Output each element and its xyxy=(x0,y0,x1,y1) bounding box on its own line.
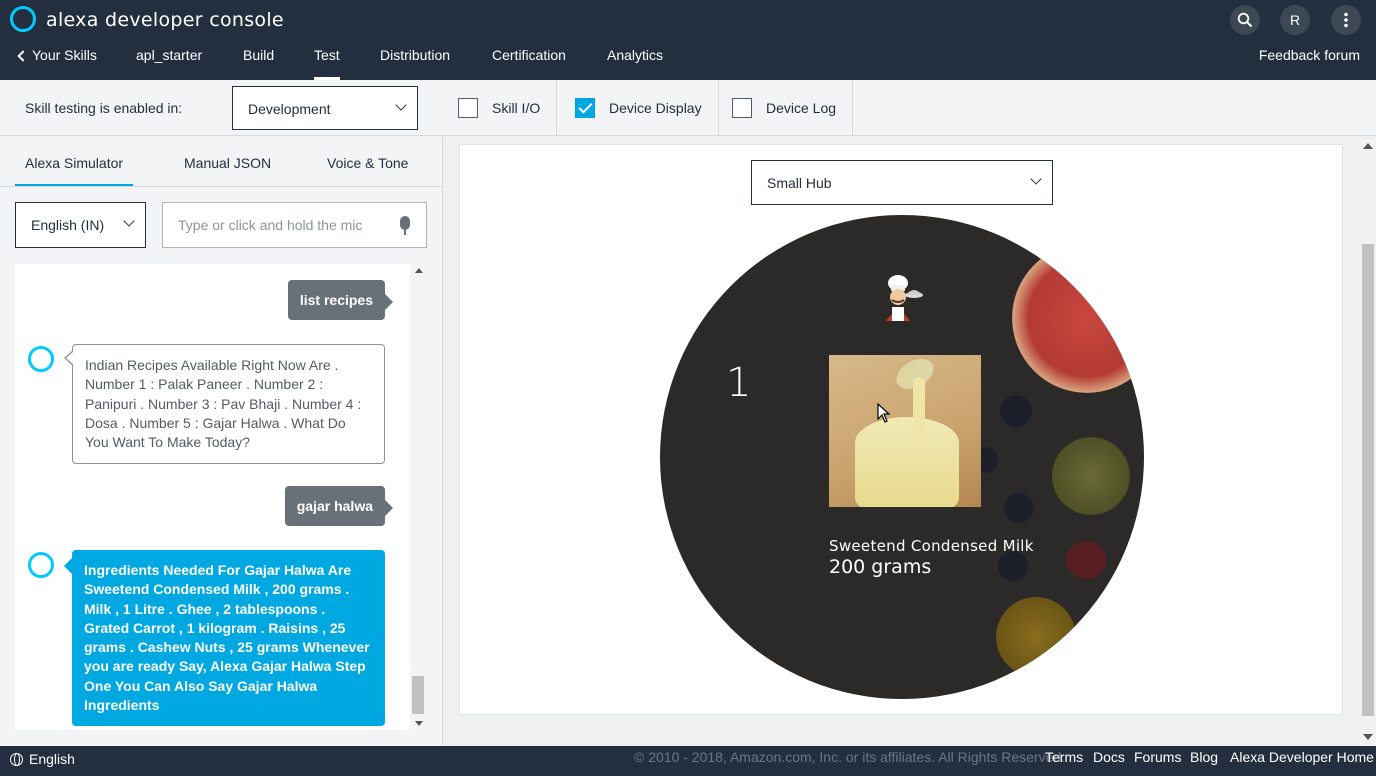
globe-icon xyxy=(10,752,23,766)
skill-io-toggle[interactable]: Skill I/O xyxy=(458,80,558,135)
test-toolbar: Skill testing is enabled in: Development… xyxy=(0,80,1376,136)
back-to-skills-link[interactable]: Your Skills xyxy=(16,47,97,63)
lemon-image xyxy=(996,597,1076,677)
more-options-icon[interactable] xyxy=(1331,5,1361,35)
back-link-label: Your Skills xyxy=(32,47,97,63)
alexa-logo-icon xyxy=(10,6,36,32)
footer-link-docs[interactable]: Docs xyxy=(1093,749,1125,765)
page-footer: English © 2010 - 2018, Amazon.com, Inc. … xyxy=(0,746,1376,776)
small-hub-display: 1 Sweetend Condensed Milk 200 grams xyxy=(660,215,1144,699)
scroll-down-icon[interactable] xyxy=(415,721,423,726)
ingredient-name: Sweetend Condensed Milk xyxy=(829,537,1034,555)
user-utterance-bubble: list recipes xyxy=(287,280,394,320)
scroll-up-icon[interactable] xyxy=(415,268,423,273)
scroll-down-icon[interactable] xyxy=(1363,734,1373,740)
lime-image xyxy=(1052,437,1130,515)
testing-enabled-label: Skill testing is enabled in: xyxy=(25,100,183,116)
tab-certification[interactable]: Certification xyxy=(492,47,566,63)
top-header: alexa developer console R Your Skills ap… xyxy=(0,0,1376,80)
conversation-log[interactable]: list recipes Indian Recipes Available Ri… xyxy=(15,264,410,730)
device-display-panel: Small Hub 1 Sweetend Condensed Milk 200 … xyxy=(444,137,1360,746)
language-select[interactable]: English (IN) xyxy=(15,202,146,248)
footer-language-label: English xyxy=(29,751,75,767)
condensed-milk-image xyxy=(829,355,981,507)
alexa-response-bubble: Indian Recipes Available Right Now Are .… xyxy=(64,344,385,465)
microphone-icon[interactable] xyxy=(400,216,410,235)
main-nav: Your Skills apl_starter Build Test Distr… xyxy=(0,44,1376,80)
glass-shape xyxy=(855,417,959,507)
search-icon[interactable] xyxy=(1230,5,1260,35)
tab-distribution[interactable]: Distribution xyxy=(380,47,450,63)
device-display-toggle[interactable]: Device Display xyxy=(575,80,719,135)
copyright-text: © 2010 - 2018, Amazon.com, Inc. or its a… xyxy=(634,749,1066,765)
milk-drip-shape xyxy=(913,377,925,447)
step-number: 1 xyxy=(726,360,752,406)
skill-io-label: Skill I/O xyxy=(492,99,541,116)
device-preview-card: Small Hub 1 Sweetend Condensed Milk 200 … xyxy=(459,144,1343,715)
ingredient-quantity: 200 grams xyxy=(829,556,932,578)
language-value: English (IN) xyxy=(31,217,105,233)
scroll-up-icon[interactable] xyxy=(1363,143,1373,149)
alexa-response-bubble-latest: Ingredients Needed For Gajar Halwa Are S… xyxy=(64,550,385,727)
user-avatar[interactable]: R xyxy=(1280,5,1310,35)
utterance-input[interactable] xyxy=(162,202,427,248)
device-display-checkbox[interactable] xyxy=(575,97,595,118)
conversation-scrollbar[interactable] xyxy=(412,264,426,730)
scroll-thumb[interactable] xyxy=(1362,244,1374,716)
device-display-label: Device Display xyxy=(609,99,702,116)
tab-test[interactable]: Test xyxy=(314,47,340,80)
skill-name-link[interactable]: apl_starter xyxy=(136,47,202,63)
chef-logo-icon xyxy=(878,273,924,327)
footer-link-forums[interactable]: Forums xyxy=(1134,749,1181,765)
device-log-toggle[interactable]: Device Log xyxy=(732,80,854,135)
tab-manual-json[interactable]: Manual JSON xyxy=(184,155,271,171)
blueberry-image xyxy=(998,551,1028,581)
simulator-panel: Alexa Simulator Manual JSON Voice & Tone… xyxy=(0,137,443,746)
environment-value: Development xyxy=(248,101,331,117)
tab-voice-tone[interactable]: Voice & Tone xyxy=(327,155,408,171)
alexa-avatar-icon xyxy=(28,552,54,578)
brand-title: alexa developer console xyxy=(46,9,284,31)
device-log-label: Device Log xyxy=(766,99,837,116)
page-scrollbar[interactable] xyxy=(1360,137,1376,746)
device-log-checkbox[interactable] xyxy=(732,97,752,118)
tab-alexa-simulator[interactable]: Alexa Simulator xyxy=(14,155,134,186)
grapefruit-image xyxy=(1012,243,1144,393)
tabs-divider xyxy=(0,186,442,187)
footer-link-terms[interactable]: Terms xyxy=(1045,749,1083,765)
mouse-cursor-icon xyxy=(877,403,891,423)
environment-select[interactable]: Development xyxy=(232,86,418,130)
alexa-avatar-icon xyxy=(28,346,54,372)
raspberry-image xyxy=(1066,541,1106,579)
device-type-select[interactable]: Small Hub xyxy=(751,160,1053,205)
scroll-thumb[interactable] xyxy=(412,676,424,714)
chevron-down-icon xyxy=(395,99,407,111)
tab-build[interactable]: Build xyxy=(243,47,274,63)
chevron-down-icon xyxy=(123,215,135,227)
user-utterance-bubble: gajar halwa xyxy=(284,486,394,526)
blueberry-image xyxy=(1004,493,1034,523)
tab-analytics[interactable]: Analytics xyxy=(607,47,663,63)
footer-language-selector[interactable]: English xyxy=(10,751,75,767)
skill-io-checkbox[interactable] xyxy=(458,97,478,118)
chevron-down-icon xyxy=(1030,173,1042,185)
blueberry-image xyxy=(1000,395,1032,427)
footer-link-developer-home[interactable]: Alexa Developer Home xyxy=(1230,749,1374,765)
feedback-forum-link[interactable]: Feedback forum xyxy=(1259,47,1360,63)
chevron-left-icon xyxy=(17,50,29,62)
device-type-value: Small Hub xyxy=(767,175,832,191)
footer-link-blog[interactable]: Blog xyxy=(1190,749,1218,765)
